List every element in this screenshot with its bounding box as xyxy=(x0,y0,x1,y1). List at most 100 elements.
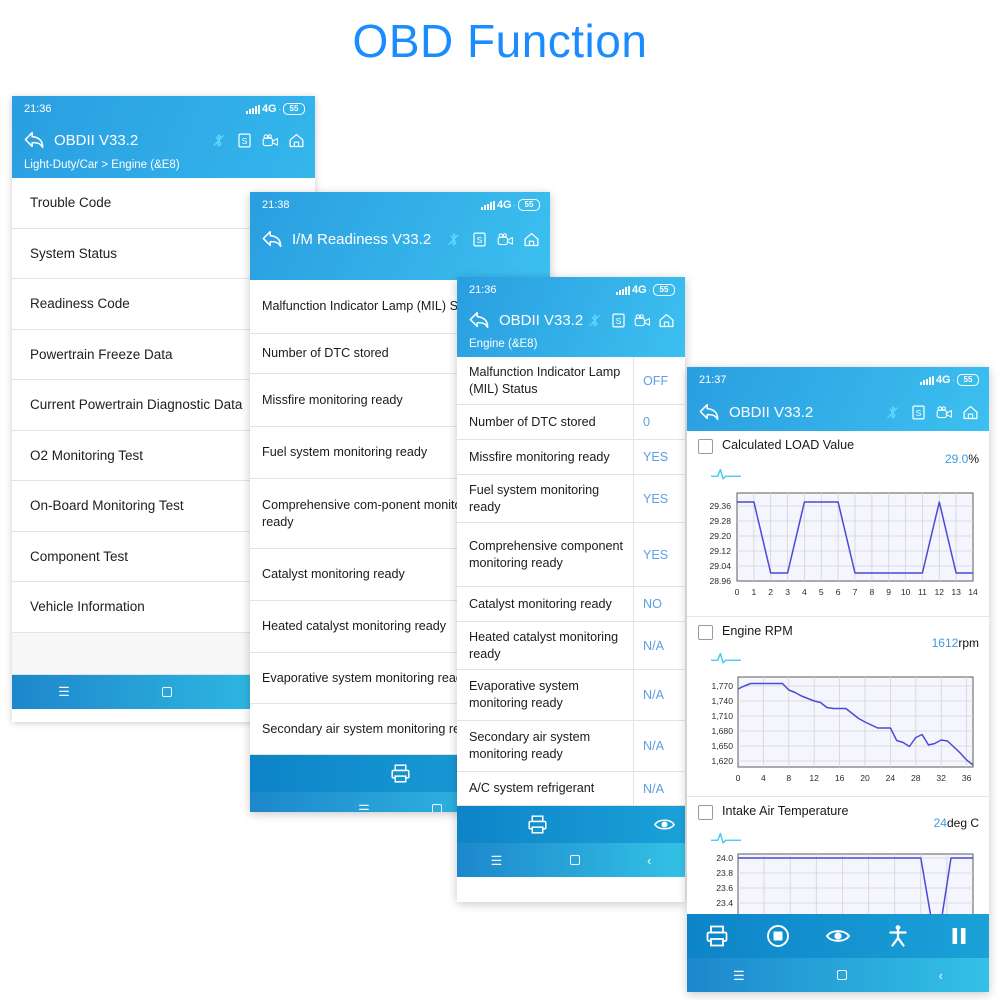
printer-icon[interactable] xyxy=(705,924,729,948)
bluetooth-off-icon[interactable] xyxy=(586,312,603,329)
svg-text:5: 5 xyxy=(819,587,824,597)
readiness-table: Malfunction Indicator Lamp (MIL) Status … xyxy=(457,357,685,806)
home-icon[interactable] xyxy=(658,312,675,329)
back-arrow-icon[interactable] xyxy=(261,229,283,249)
pid-value-number: 24 xyxy=(933,816,947,830)
status-time: 21:38 xyxy=(262,199,290,211)
bluetooth-off-icon[interactable] xyxy=(210,132,227,149)
svg-text:29.36: 29.36 xyxy=(709,501,731,511)
breadcrumb: Light-Duty/Car > Engine (&E8) xyxy=(24,159,180,171)
back-arrow-icon[interactable] xyxy=(23,130,45,150)
svg-text:1,770: 1,770 xyxy=(711,681,733,691)
chart-header: Calculated LOAD Value 29.0% xyxy=(687,438,989,466)
battery-indicator: 55 xyxy=(518,199,540,211)
menu-hamburger-icon[interactable]: ☰ xyxy=(358,803,370,813)
row-value: YES xyxy=(633,523,685,586)
screenshot-s-icon[interactable]: S xyxy=(471,231,488,248)
chart-plot-rpm: 1,770 1,740 1,710 1,680 1,650 1,620 0 4 … xyxy=(693,669,979,792)
x-axis-labels: 012 345 678 9 10 11 12 13 14 xyxy=(735,587,978,597)
bluetooth-off-icon[interactable] xyxy=(445,231,462,248)
nav-back-chevron-icon[interactable]: ‹ xyxy=(939,969,943,982)
status-time: 21:36 xyxy=(24,103,52,115)
back-arrow-icon[interactable] xyxy=(468,310,490,330)
home-icon[interactable] xyxy=(523,231,540,248)
chart-header: Intake Air Temperature 24deg C xyxy=(687,804,989,830)
table-row[interactable]: Number of DTC stored 0 xyxy=(457,405,685,440)
svg-text:S: S xyxy=(242,135,248,145)
status-bar: 21:37 4G · 55 xyxy=(687,367,989,393)
select-checkbox[interactable] xyxy=(698,439,713,454)
nav-square-icon[interactable] xyxy=(836,970,847,980)
select-checkbox[interactable] xyxy=(698,805,713,820)
svg-text:29.12: 29.12 xyxy=(709,546,731,556)
title-icon-group: S xyxy=(586,312,675,329)
waveform-icon[interactable] xyxy=(711,650,741,666)
table-row[interactable]: Catalyst monitoring ready NO xyxy=(457,587,685,622)
row-value: OFF xyxy=(633,357,685,404)
pid-unit: rpm xyxy=(958,636,979,650)
title-bar: OBDII V33.2 S xyxy=(457,303,685,337)
screenshot-s-icon[interactable]: S xyxy=(910,404,927,421)
back-arrow-icon[interactable] xyxy=(698,402,720,422)
row-label: Heated catalyst monitoring ready xyxy=(469,629,619,661)
svg-text:8: 8 xyxy=(786,773,791,783)
table-row[interactable]: Malfunction Indicator Lamp (MIL) Status … xyxy=(457,357,685,405)
video-camera-icon[interactable] xyxy=(497,231,514,248)
nav-square-icon[interactable] xyxy=(431,804,442,812)
printer-icon[interactable] xyxy=(390,763,411,784)
svg-text:20: 20 xyxy=(860,773,870,783)
svg-text:14: 14 xyxy=(968,587,978,597)
record-stop-icon[interactable] xyxy=(766,924,790,948)
svg-text:12: 12 xyxy=(809,773,819,783)
pause-icon[interactable] xyxy=(947,924,971,948)
svg-text:29.28: 29.28 xyxy=(709,516,731,526)
svg-text:4: 4 xyxy=(802,587,807,597)
table-row[interactable]: Evaporative system monitoring ready N/A xyxy=(457,670,685,721)
pid-value-number: 29.0 xyxy=(944,452,969,466)
eye-icon[interactable] xyxy=(825,924,850,948)
printer-icon[interactable] xyxy=(527,814,548,835)
table-row[interactable]: A/C system refrigerant N/A xyxy=(457,772,685,806)
person-walk-icon[interactable] xyxy=(886,924,910,948)
status-bar: 21:36 4G · 55 xyxy=(12,96,315,122)
y-axis-labels: 1,770 1,740 1,710 1,680 1,650 1,620 xyxy=(711,681,733,766)
select-checkbox[interactable] xyxy=(698,625,713,640)
nav-square-icon[interactable] xyxy=(162,686,173,697)
table-row[interactable]: Fuel system monitoring ready YES xyxy=(457,475,685,523)
waveform-icon[interactable] xyxy=(711,830,741,846)
network-label: 4G xyxy=(936,374,951,386)
svg-text:16: 16 xyxy=(835,773,845,783)
network-dot-icon: · xyxy=(952,375,955,385)
bluetooth-off-icon[interactable] xyxy=(884,404,901,421)
x-axis-labels: 0 4 8 12 16 20 24 28 32 36 xyxy=(736,773,972,783)
video-camera-icon[interactable] xyxy=(936,404,953,421)
svg-text:23.8: 23.8 xyxy=(716,868,733,878)
screenshot-s-icon[interactable]: S xyxy=(236,132,253,149)
pid-unit: % xyxy=(968,452,979,466)
table-row[interactable]: Missfire monitoring ready YES xyxy=(457,440,685,475)
row-value: 0 xyxy=(633,405,685,439)
eye-icon[interactable] xyxy=(654,814,675,835)
table-row[interactable]: Heated catalyst monitoring ready N/A xyxy=(457,622,685,670)
menu-hamburger-icon[interactable]: ☰ xyxy=(58,685,70,698)
video-camera-icon[interactable] xyxy=(634,312,651,329)
svg-text:1,620: 1,620 xyxy=(711,756,733,766)
menu-hamburger-icon[interactable]: ☰ xyxy=(491,854,503,867)
nav-square-icon[interactable] xyxy=(569,855,580,865)
menu-hamburger-icon[interactable]: ☰ xyxy=(733,969,745,982)
panel2-header: 21:38 4G · 55 I/M Readiness V33.2 S xyxy=(250,192,550,280)
title-bar: OBDII V33.2 S xyxy=(12,122,315,158)
table-row[interactable]: Comprehensive component monitoring ready… xyxy=(457,523,685,587)
status-bar: 21:36 4G · 55 xyxy=(457,277,685,303)
table-row[interactable]: Secondary air system monitoring ready N/… xyxy=(457,721,685,772)
panel1-header: 21:36 4G · 55 OBDII V33.2 S Light-Duty/C… xyxy=(12,96,315,178)
svg-text:S: S xyxy=(916,407,922,417)
home-icon[interactable] xyxy=(962,404,979,421)
screenshot-s-icon[interactable]: S xyxy=(610,312,627,329)
home-icon[interactable] xyxy=(288,132,305,149)
video-camera-icon[interactable] xyxy=(262,132,279,149)
svg-text:1,680: 1,680 xyxy=(711,726,733,736)
screenshot-root: OBD Function 21:36 4G · 55 OBDII V33.2 S… xyxy=(0,0,1000,1000)
nav-back-chevron-icon[interactable]: ‹ xyxy=(647,854,651,867)
waveform-icon[interactable] xyxy=(711,466,741,482)
